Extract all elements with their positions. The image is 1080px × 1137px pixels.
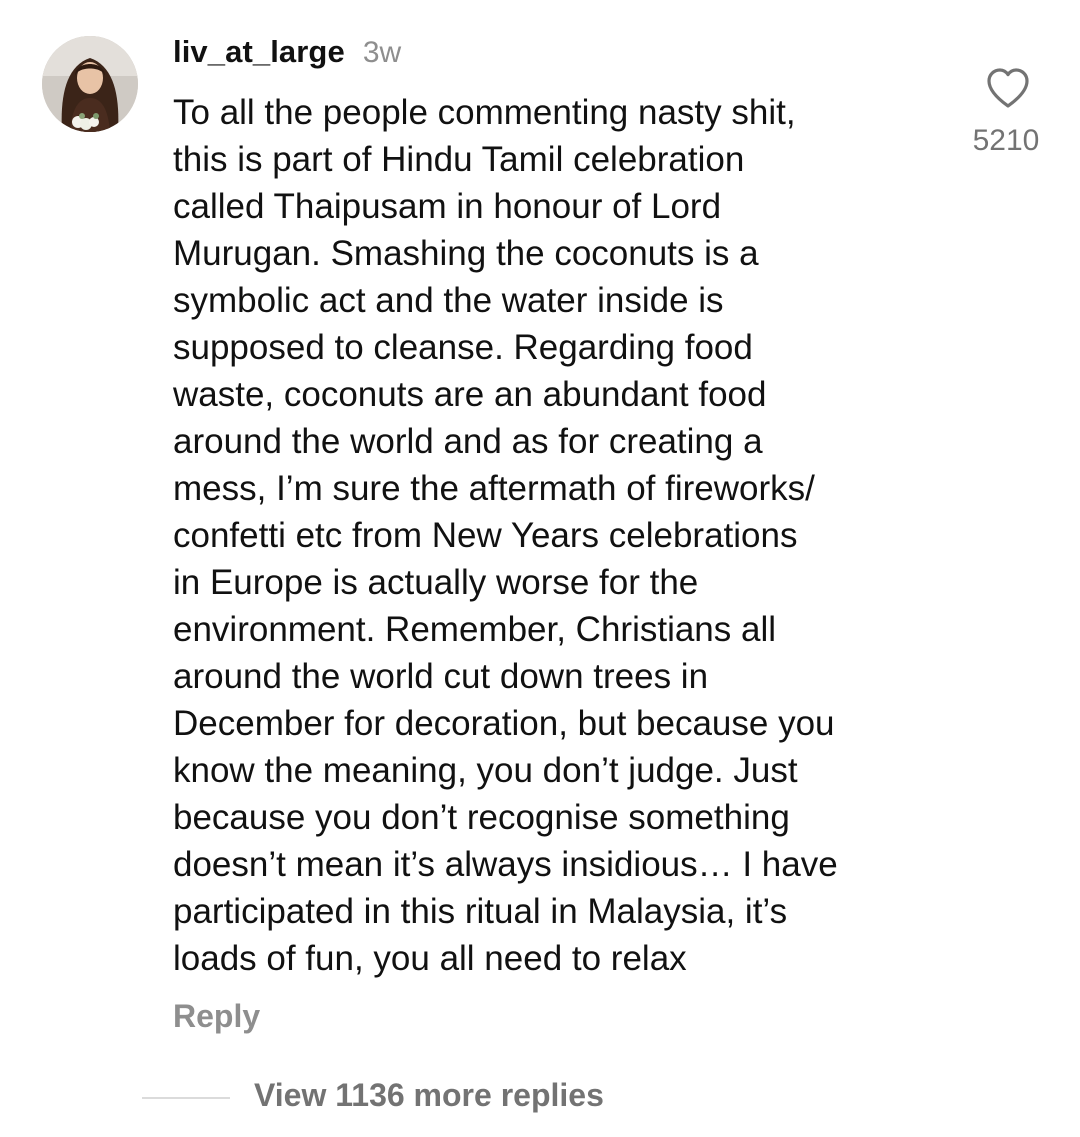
- like-count: 5210: [972, 124, 1040, 157]
- comment-line: confetti etc from New Years celebrations: [173, 516, 798, 555]
- comment-line: this is part of Hindu Tamil celebration: [173, 140, 745, 179]
- comment-line: To all the people commenting nasty shit,: [173, 93, 796, 132]
- comment-line: mess, I’m sure the aftermath of firework…: [173, 469, 815, 508]
- comment-line: in Europe is actually worse for the: [173, 563, 699, 602]
- avatar[interactable]: [42, 36, 138, 132]
- reply-button[interactable]: Reply: [173, 998, 260, 1035]
- comment-line: December for decoration, but because you: [173, 704, 835, 743]
- comment-line: called Thaipusam in honour of Lord: [173, 187, 722, 226]
- comment-line: waste, coconuts are an abundant food: [173, 375, 767, 414]
- comment-line: know the meaning, you don’t judge. Just: [173, 751, 798, 790]
- comment-header: liv_at_large 3w: [173, 34, 401, 74]
- comment-line: because you don’t recognise something: [173, 798, 790, 837]
- comment-line: around the world cut down trees in: [173, 657, 709, 696]
- avatar-photo: [42, 36, 138, 132]
- comment-line: around the world and as for creating a: [173, 422, 763, 461]
- comment-line: Murugan. Smashing the coconuts is a: [173, 234, 759, 273]
- comment-line: participated in this ritual in Malaysia,…: [173, 892, 788, 931]
- comment-timestamp: 3w: [362, 36, 402, 69]
- comment-line: symbolic act and the water inside is: [173, 281, 724, 320]
- comment-line: environment. Remember, Christians all: [173, 610, 777, 649]
- comment-text: To all the people commenting nasty shit,…: [173, 89, 943, 982]
- replies-divider: [142, 1097, 230, 1099]
- comment-line: loads of fun, you all need to relax: [173, 939, 687, 978]
- view-more-replies-button[interactable]: View 1136 more replies: [254, 1077, 604, 1114]
- comment-line: supposed to cleanse. Regarding food: [173, 328, 753, 367]
- heart-outline-icon[interactable]: [985, 66, 1031, 110]
- comment-line: doesn’t mean it’s always insidious… I ha…: [173, 845, 838, 884]
- username[interactable]: liv_at_large: [173, 34, 345, 70]
